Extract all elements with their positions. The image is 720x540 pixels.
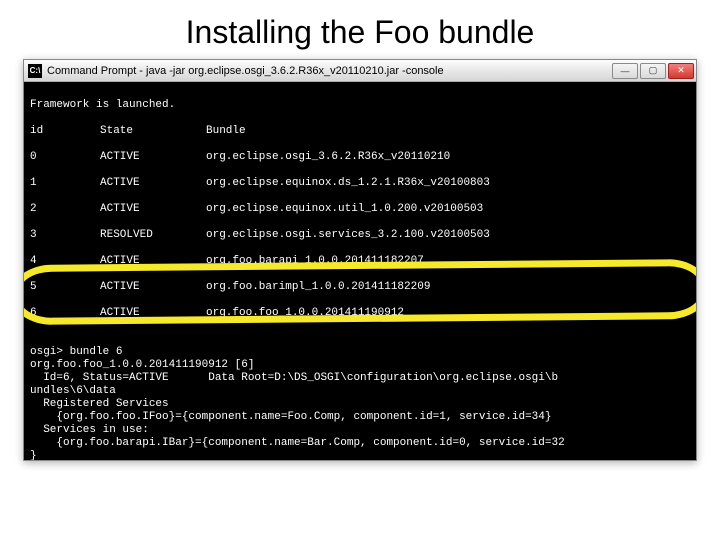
launched-line: Framework is launched. (30, 99, 175, 111)
detail-line: undles\6\data (30, 385, 116, 397)
col-state: State (100, 125, 206, 138)
window-titlebar: C:\ Command Prompt - java -jar org.eclip… (24, 60, 696, 82)
bundle-row: 0ACTIVEorg.eclipse.osgi_3.6.2.R36x_v2011… (30, 151, 690, 164)
bundle-row: 3RESOLVEDorg.eclipse.osgi.services_3.2.1… (30, 229, 690, 242)
bundle-header: idStateBundle (30, 125, 690, 138)
cmd-icon-label: C:\ (30, 66, 41, 75)
cell-name: org.eclipse.equinox.ds_1.2.1.R36x_v20100… (206, 177, 490, 190)
registered-services-header: Registered Services (30, 398, 169, 410)
detail-line: Id=6, Status=ACTIVE Data Root=D:\DS_OSGI… (30, 372, 558, 384)
window-buttons: — ▢ ✕ (612, 63, 694, 79)
services-in-use-header: Services in use: (30, 424, 149, 436)
minimize-button[interactable]: — (612, 63, 638, 79)
col-id: id (30, 125, 100, 138)
cell-name: org.eclipse.osgi_3.6.2.R36x_v20110210 (206, 151, 450, 164)
bundle-row: 1ACTIVEorg.eclipse.equinox.ds_1.2.1.R36x… (30, 177, 690, 190)
bundle-row: 2ACTIVEorg.eclipse.equinox.util_1.0.200.… (30, 203, 690, 216)
cell-state: ACTIVE (100, 203, 206, 216)
col-bundle: Bundle (206, 125, 246, 138)
cell-id: 5 (30, 281, 100, 294)
service-in-use: {org.foo.barapi.IBar}={component.name=Ba… (30, 437, 565, 449)
maximize-button[interactable]: ▢ (640, 63, 666, 79)
cell-name: org.foo.barapi_1.0.0.201411182207 (206, 255, 424, 268)
cell-id: 1 (30, 177, 100, 190)
cell-state: ACTIVE (100, 151, 206, 164)
detail-line: org.foo.foo_1.0.0.201411190912 [6] (30, 359, 254, 371)
cell-name: org.foo.barimpl_1.0.0.201411182209 (206, 281, 430, 294)
window-title: Command Prompt - java -jar org.eclipse.o… (47, 65, 612, 77)
registered-service: {org.foo.foo.IFoo}={component.name=Foo.C… (30, 411, 552, 423)
cmd-icon: C:\ (28, 64, 42, 78)
console-output[interactable]: Framework is launched. idStateBundle 0AC… (24, 82, 696, 460)
cell-state: ACTIVE (100, 255, 206, 268)
cell-id: 6 (30, 307, 100, 320)
cell-state: ACTIVE (100, 177, 206, 190)
cell-id: 3 (30, 229, 100, 242)
service-in-use-cont: } (30, 450, 37, 460)
cell-id: 2 (30, 203, 100, 216)
cell-state: ACTIVE (100, 281, 206, 294)
cell-name: org.foo.foo_1.0.0.201411190912 (206, 307, 404, 320)
bundle-row: 6ACTIVEorg.foo.foo_1.0.0.201411190912 (30, 307, 690, 320)
cell-name: org.eclipse.osgi.services_3.2.100.v20100… (206, 229, 490, 242)
cell-state: ACTIVE (100, 307, 206, 320)
bundle-row: 5ACTIVEorg.foo.barimpl_1.0.0.20141118220… (30, 281, 690, 294)
bundle-row: 4ACTIVEorg.foo.barapi_1.0.0.201411182207 (30, 255, 690, 268)
cell-state: RESOLVED (100, 229, 206, 242)
close-button[interactable]: ✕ (668, 63, 694, 79)
cell-id: 0 (30, 151, 100, 164)
command-prompt-window: C:\ Command Prompt - java -jar org.eclip… (23, 59, 697, 461)
slide-title: Installing the Foo bundle (0, 0, 720, 59)
osgi-prompt: osgi> bundle 6 (30, 346, 122, 358)
cell-name: org.eclipse.equinox.util_1.0.200.v201005… (206, 203, 483, 216)
cell-id: 4 (30, 255, 100, 268)
